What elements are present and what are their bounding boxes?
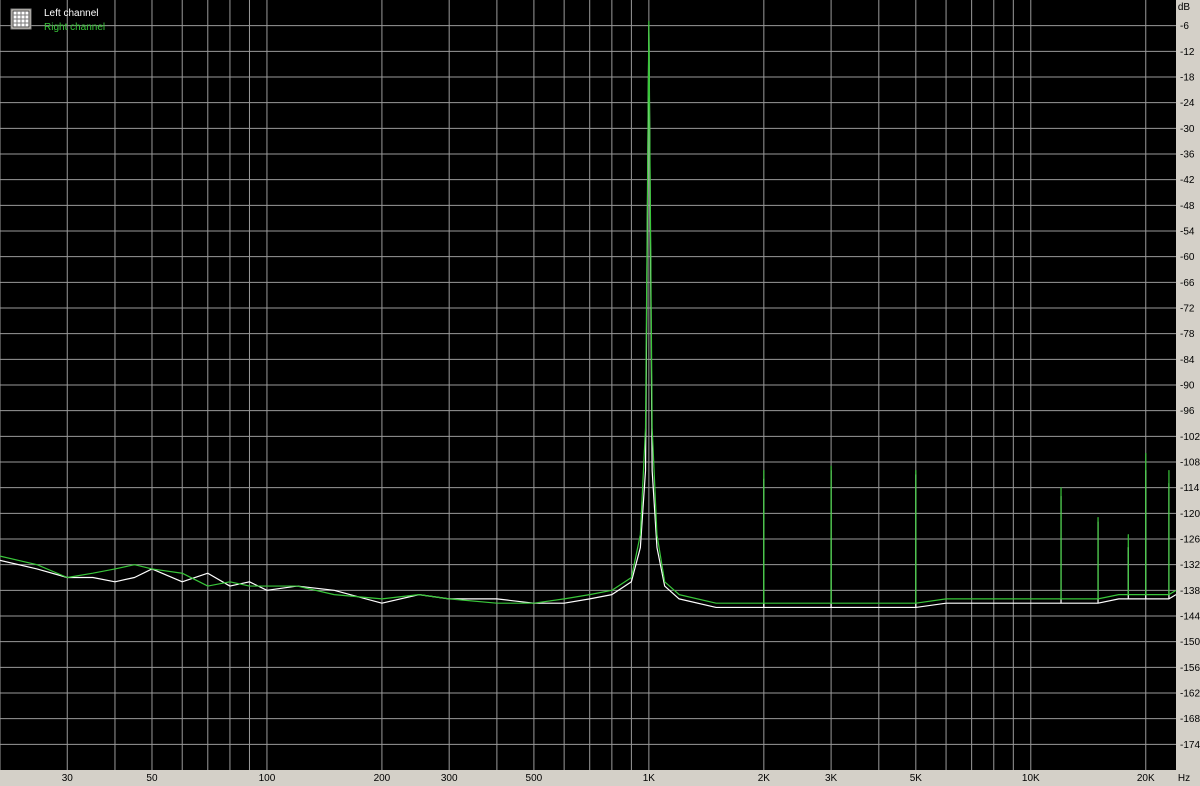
y-tick-label: -90	[1180, 381, 1195, 392]
y-tick-label: -84	[1180, 355, 1195, 366]
x-tick-label: 3K	[825, 773, 838, 784]
x-tick-label: 1K	[643, 773, 656, 784]
x-tick-label: 30	[62, 773, 74, 784]
x-tick-label: 5K	[910, 773, 923, 784]
y-tick-label: -6	[1180, 21, 1189, 32]
y-tick-label: -102	[1180, 432, 1200, 443]
y-tick-label: -150	[1180, 637, 1200, 648]
y-tick-label: -66	[1180, 278, 1195, 289]
y-tick-label: -12	[1180, 47, 1195, 58]
y-tick-label: -138	[1180, 586, 1200, 597]
y-tick-label: -162	[1180, 689, 1200, 700]
y-tick-label: -108	[1180, 458, 1200, 469]
y-tick-label: -120	[1180, 509, 1200, 520]
y-unit-label: dB	[1178, 2, 1191, 13]
y-tick-label: -144	[1180, 612, 1200, 623]
y-tick-label: -24	[1180, 98, 1195, 109]
y-tick-label: -168	[1180, 714, 1200, 725]
y-axis-ticks: -6 -12 -18 -24 -30 -36 -42 -48 -54 -60 -66 -72 -78 -8…	[1180, 21, 1200, 751]
y-tick-label: -30	[1180, 124, 1195, 135]
x-tick-label: 200	[374, 773, 391, 784]
legend-right-channel: Right channel	[44, 22, 105, 33]
x-tick-label: 300	[441, 773, 458, 784]
spectrum-chart: 30 50 100 200 300 500 1K 2K 3K 5K 10K 20K -6-12-18-…	[0, 0, 1200, 784]
y-tick-label: -42	[1180, 175, 1195, 186]
y-tick-label: -156	[1180, 663, 1200, 674]
y-tick-label: -126	[1180, 535, 1200, 546]
y-tick-label: -72	[1180, 304, 1195, 315]
legend-icon[interactable]	[10, 8, 32, 30]
y-tick-label: -54	[1180, 227, 1195, 238]
y-tick-label: -48	[1180, 201, 1195, 212]
y-tick-label: -132	[1180, 560, 1200, 571]
y-tick-label: -78	[1180, 329, 1195, 340]
x-axis-ticks: 30 50 100 200 300 500 1K 2K 3K 5K 10K 20K	[62, 773, 1155, 784]
legend-left-channel: Left channel	[44, 8, 99, 19]
y-tick-label: -36	[1180, 150, 1195, 161]
y-tick-label: -60	[1180, 252, 1195, 263]
x-unit-label: Hz	[1178, 773, 1190, 784]
x-tick-label: 2K	[758, 773, 771, 784]
x-tick-label: 500	[526, 773, 543, 784]
x-tick-label: 50	[146, 773, 158, 784]
y-tick-label: -114	[1180, 483, 1200, 494]
y-tick-label: -174	[1180, 740, 1200, 751]
x-tick-label: 10K	[1022, 773, 1040, 784]
y-tick-label: -18	[1180, 73, 1195, 84]
x-tick-label: 20K	[1137, 773, 1155, 784]
x-tick-label: 100	[259, 773, 276, 784]
y-tick-label: -96	[1180, 406, 1195, 417]
